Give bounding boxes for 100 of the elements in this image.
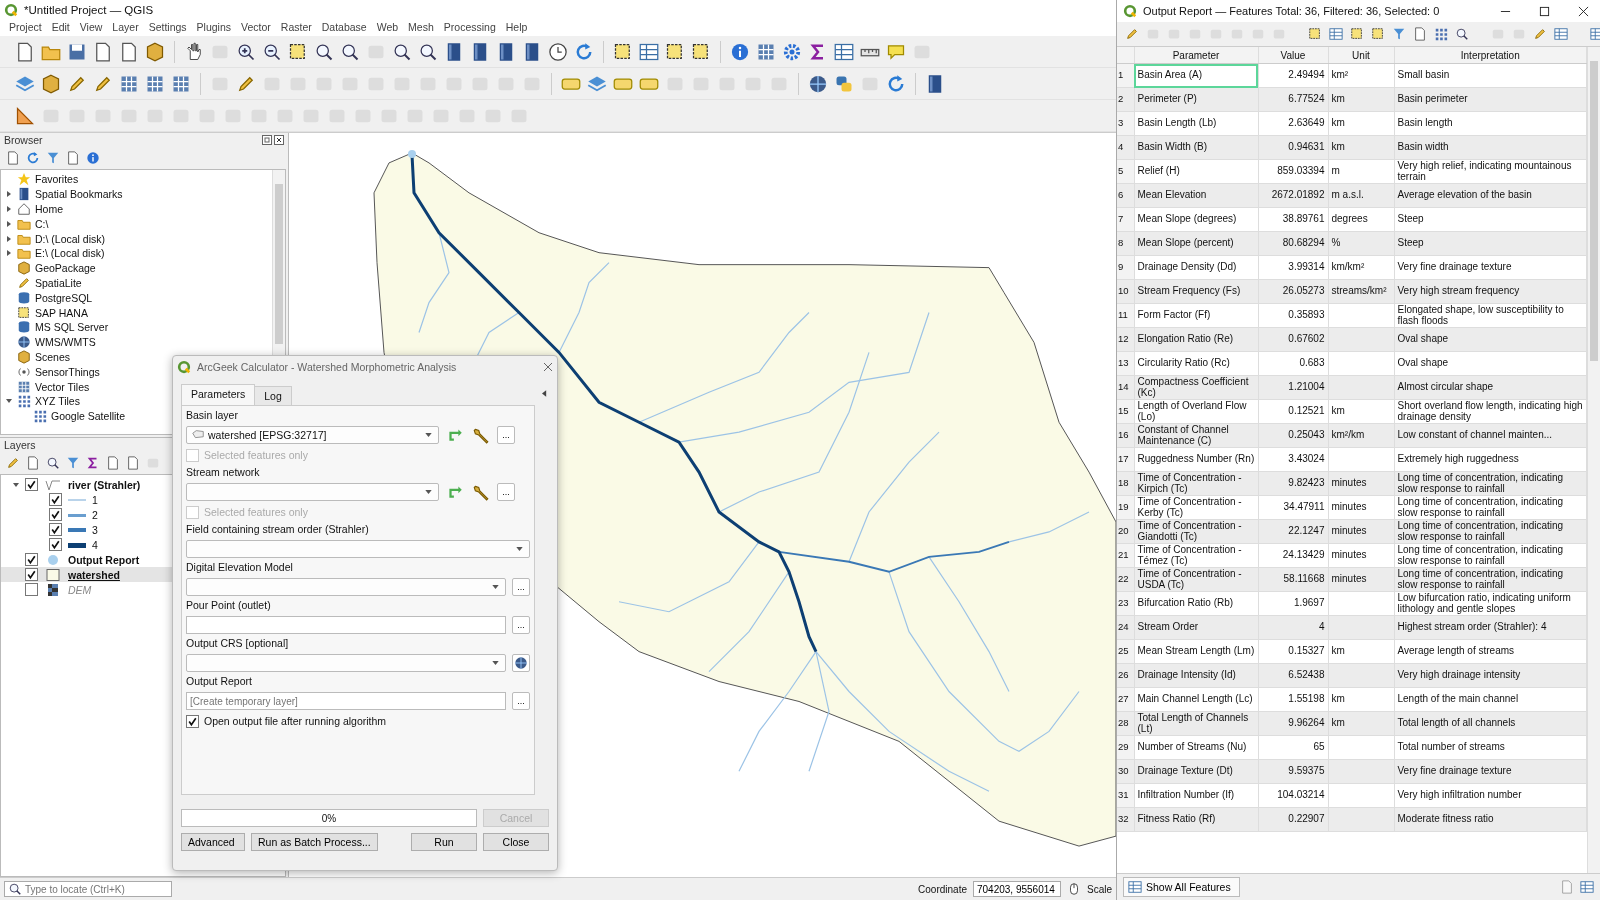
tree-item[interactable]: C:\ [35, 217, 49, 230]
checkbox[interactable] [25, 568, 38, 581]
table-cell[interactable]: km [1328, 639, 1394, 664]
table-cell[interactable]: Almost circular shape [1394, 375, 1587, 400]
tree-item[interactable]: Favorites [35, 173, 79, 186]
row-number[interactable]: 12 [1117, 327, 1134, 352]
tree-item[interactable]: Vector Tiles [35, 380, 90, 393]
float-icon[interactable] [262, 135, 272, 145]
table-cell[interactable]: 2.63649 [1258, 111, 1328, 136]
browse-button[interactable]: ... [512, 578, 530, 596]
menu-item[interactable]: Edit [46, 20, 75, 36]
table-cell[interactable]: km [1328, 687, 1394, 712]
expand-arrow-icon[interactable] [5, 249, 13, 258]
table-cell[interactable]: 3.43024 [1258, 447, 1328, 472]
selection-icon[interactable] [613, 41, 633, 62]
table-cell[interactable]: km [1328, 111, 1394, 136]
page-icon[interactable] [6, 151, 20, 165]
info-icon[interactable] [730, 41, 750, 62]
table-cell[interactable]: Basin length [1394, 111, 1587, 136]
table-cell[interactable]: Mean Stream Length (Lm) [1134, 639, 1258, 664]
tree-item[interactable]: SAP HANA [35, 306, 88, 319]
page-icon[interactable] [66, 151, 80, 165]
table-cell[interactable]: km² [1328, 63, 1394, 88]
table-cell[interactable]: Drainage Density (Dd) [1134, 255, 1258, 280]
layer-name[interactable]: river (Strahler) [68, 478, 141, 491]
table-cell[interactable]: 24.13429 [1258, 543, 1328, 568]
table-icon[interactable] [834, 41, 854, 62]
menu-item[interactable]: View [74, 20, 108, 36]
row-number[interactable]: 7 [1117, 207, 1134, 232]
tree-item[interactable]: Spatial Bookmarks [35, 188, 123, 201]
table-cell[interactable]: Long time of concentration, indicating slow response to rainfall [1394, 471, 1587, 496]
tree-item[interactable]: SensorThings [35, 365, 100, 378]
table-icon[interactable] [1329, 27, 1343, 41]
table-cell[interactable]: Form Factor (Ff) [1134, 303, 1258, 328]
table-cell[interactable]: Moderate fitness ratio [1394, 807, 1587, 832]
sigma-icon[interactable] [86, 456, 100, 470]
selection-icon[interactable] [691, 41, 711, 62]
table-cell[interactable]: Ruggedness Number (Rn) [1134, 447, 1258, 472]
layer-name[interactable]: 3 [92, 523, 98, 536]
table-cell[interactable]: 2.49494 [1258, 63, 1328, 88]
tree-item[interactable]: Home [35, 203, 63, 215]
table-cell[interactable]: Length of Overland Flow (Lo) [1134, 399, 1258, 424]
table-cell[interactable]: Time of Concentration - Kerby (Tc) [1134, 495, 1258, 520]
layer-name[interactable]: Output Report [68, 553, 140, 566]
layer-dropdown[interactable]: watershed [EPSG:32717] [186, 426, 439, 444]
table-cell[interactable]: Basin perimeter [1394, 87, 1587, 112]
menu-item[interactable]: Mesh [403, 20, 439, 36]
table-cell[interactable]: Long time of concentration, indicating slow response to rainfall [1394, 543, 1587, 568]
table-cell[interactable]: Steep [1394, 207, 1587, 232]
table-cell[interactable]: Total length of all channels [1394, 711, 1587, 736]
row-number[interactable]: 30 [1117, 759, 1134, 784]
table-cell[interactable]: Stream Frequency (Fs) [1134, 279, 1258, 304]
checkbox[interactable] [25, 478, 38, 491]
table-cell[interactable]: Low bifurcation ratio, indicating uniform lithology and gentle slopes [1394, 591, 1587, 616]
globe-icon[interactable] [808, 73, 828, 94]
close-icon[interactable] [274, 135, 284, 145]
selection-icon[interactable] [1350, 27, 1364, 41]
info-icon[interactable] [86, 151, 100, 165]
row-number[interactable]: 21 [1117, 543, 1134, 568]
expand-arrow-icon[interactable] [5, 219, 13, 228]
table-cell[interactable]: km/km² [1328, 255, 1394, 280]
table-cell[interactable]: Constant of Channel Maintenance (C) [1134, 423, 1258, 448]
wrench-icon[interactable] [471, 426, 491, 444]
tree-item[interactable]: MS SQL Server [35, 321, 109, 334]
table-cell[interactable]: Extremely high ruggedness [1394, 447, 1587, 472]
triangle-icon[interactable] [15, 105, 35, 126]
row-number[interactable]: 24 [1117, 615, 1134, 640]
table-cell[interactable]: Drainage Texture (Dt) [1134, 759, 1258, 784]
layer-name[interactable]: 4 [92, 538, 98, 551]
tab[interactable]: Log [254, 386, 292, 405]
row-number[interactable]: 32 [1117, 807, 1134, 832]
wrench-icon[interactable] [471, 483, 491, 501]
clock-icon[interactable] [548, 41, 568, 62]
table-cell[interactable]: Long time of concentration, indicating slow response to rainfall [1394, 519, 1587, 544]
row-number[interactable]: 25 [1117, 639, 1134, 664]
table-icon[interactable] [1554, 27, 1568, 41]
table-cell[interactable]: degrees [1328, 207, 1394, 232]
form-view-icon[interactable] [1560, 880, 1574, 894]
row-number[interactable]: 4 [1117, 135, 1134, 160]
expand-arrow-icon[interactable] [5, 205, 13, 213]
tree-item[interactable]: D:\ (Local disk) [35, 232, 106, 245]
filter-icon[interactable] [1392, 27, 1406, 41]
menu-item[interactable]: Help [500, 20, 533, 36]
crs-button[interactable] [512, 654, 530, 672]
table-cell[interactable]: Mean Slope (degrees) [1134, 207, 1258, 232]
refresh-icon[interactable] [886, 73, 906, 94]
table-icon[interactable] [1590, 27, 1600, 41]
hand-icon[interactable] [184, 41, 204, 62]
row-number[interactable]: 14 [1117, 375, 1134, 400]
browse-button[interactable]: ... [512, 692, 530, 710]
table-cell[interactable]: Very fine drainage texture [1394, 759, 1587, 784]
browse-button[interactable]: ... [497, 483, 515, 501]
menu-item[interactable]: Vector [236, 20, 276, 36]
tree-item[interactable]: PostgreSQL [35, 291, 93, 304]
expand-arrow-icon[interactable] [12, 480, 20, 489]
table-cell[interactable]: 0.12521 [1258, 399, 1328, 424]
column-header[interactable]: Value [1258, 47, 1328, 64]
row-number[interactable]: 1 [1117, 63, 1134, 88]
row-number[interactable]: 15 [1117, 399, 1134, 424]
table-cell[interactable]: 0.35893 [1258, 303, 1328, 328]
